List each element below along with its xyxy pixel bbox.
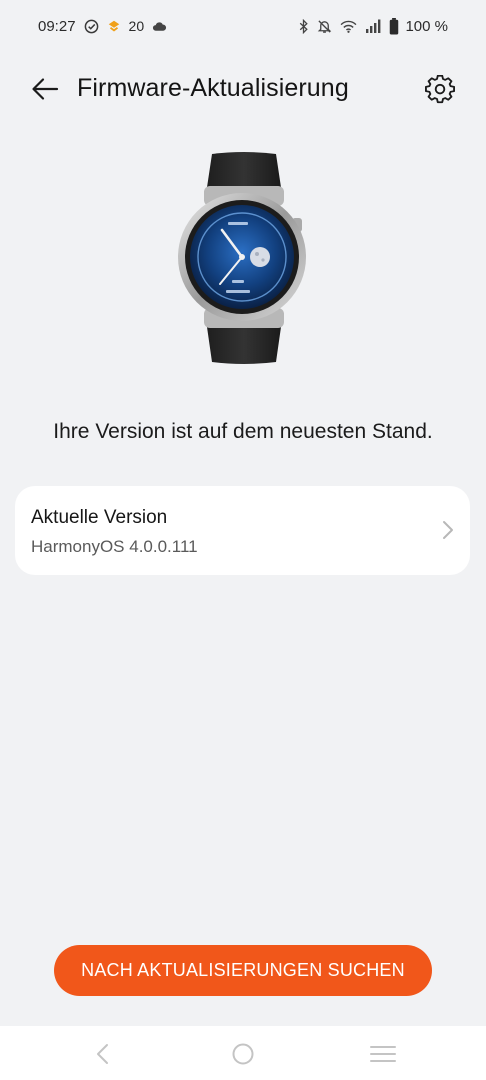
check-for-updates-button[interactable]: NACH AKTUALISIERUNGEN SUCHEN: [54, 945, 432, 996]
smartwatch-image: [168, 150, 320, 366]
gear-icon: [425, 75, 455, 104]
status-bar: 09:27 20 100 %: [0, 0, 486, 52]
status-temperature: 20: [128, 18, 145, 34]
page-title: Firmware-Aktualisierung: [77, 74, 349, 102]
battery-indicator: 100 %: [389, 17, 448, 35]
notification-app-icon: [107, 19, 121, 33]
check-circle-icon: [84, 19, 99, 34]
chevron-right-icon: [443, 521, 453, 539]
cloud-icon: [152, 21, 167, 32]
check-for-updates-label: NACH AKTUALISIERUNGEN SUCHEN: [81, 960, 405, 980]
nav-back-icon[interactable]: [92, 1043, 114, 1065]
battery-icon: [389, 17, 399, 35]
current-version-label: Aktuelle Version: [31, 507, 168, 528]
status-time: 09:27: [38, 17, 76, 35]
nav-home-icon[interactable]: [231, 1042, 255, 1066]
app-bar: Firmware-Aktualisierung: [0, 60, 486, 118]
signal-icon: [365, 19, 381, 33]
bluetooth-icon: [298, 18, 309, 34]
arrow-left-icon: [32, 78, 59, 100]
mute-icon: [317, 19, 332, 34]
nav-menu-icon[interactable]: [370, 1045, 396, 1063]
battery-percent: 100 %: [405, 17, 448, 35]
current-version-value: HarmonyOS 4.0.0.111: [31, 537, 198, 556]
update-status-message: Ihre Version ist auf dem neuesten Stand.: [53, 420, 433, 443]
settings-button[interactable]: [422, 72, 458, 108]
back-button[interactable]: [28, 72, 62, 106]
system-navigation-bar: [0, 1026, 486, 1080]
current-version-card[interactable]: Aktuelle Version HarmonyOS 4.0.0.111: [15, 486, 470, 575]
wifi-icon: [340, 20, 357, 33]
status-bar-right: 100 %: [298, 17, 448, 35]
status-bar-left: 09:27 20: [38, 18, 167, 35]
